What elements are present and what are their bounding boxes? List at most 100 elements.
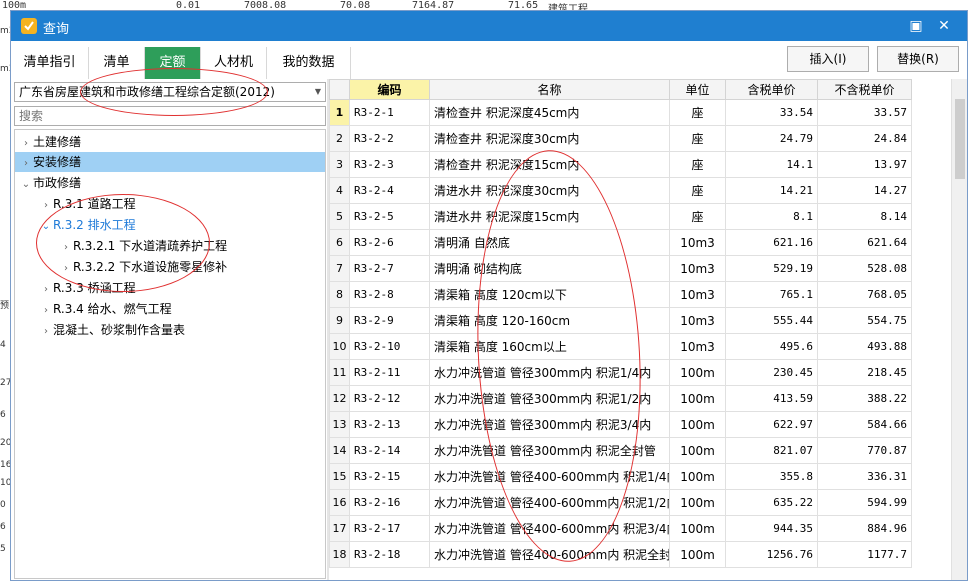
price-with-tax[interactable]: 944.35 <box>725 515 818 542</box>
table-row[interactable]: 12 R3-2-12 水力冲洗管道 管径300mm内 积泥1/2内 100m 413.5… <box>329 385 912 412</box>
quota-unit[interactable]: 100m <box>669 515 726 542</box>
column-header-name[interactable]: 名称 <box>429 79 670 100</box>
table-row[interactable]: 2 R3-2-2 清检查井 积泥深度30cm内座 24.79 24.84 <box>329 125 912 152</box>
price-without-tax[interactable]: 493.88 <box>817 333 912 360</box>
table-row[interactable]: 3 R3-2-3 清检查井 积泥深度15cm内座 14.1 13.97 <box>329 151 912 178</box>
row-index[interactable]: 16 <box>329 489 350 516</box>
price-without-tax[interactable]: 1177.7 <box>817 541 912 568</box>
table-row[interactable]: 16 R3-2-16 水力冲洗管道 管径400-600mm内 积泥1/2内 100m 6… <box>329 489 912 516</box>
table-row[interactable]: 18 R3-2-18 水力冲洗管道 管径400-600mm内 积泥全封管 100m 12… <box>329 541 912 568</box>
row-index[interactable]: 9 <box>329 307 350 334</box>
tree-item[interactable]: › R.3.2.2 下水道设施零星修补 <box>59 257 319 277</box>
row-index[interactable]: 14 <box>329 437 350 464</box>
quota-unit[interactable]: 座 <box>669 151 726 178</box>
quota-unit[interactable]: 10m3 <box>669 281 726 308</box>
quota-unit[interactable]: 10m3 <box>669 229 726 256</box>
quota-code[interactable]: R3-2-6 <box>349 229 430 256</box>
tree-item[interactable]: ⌄ R.3.2 排水工程 <box>39 215 319 235</box>
quota-name[interactable]: 清明涌 砌结构底 <box>429 255 670 282</box>
quota-code[interactable]: R3-2-13 <box>349 411 430 438</box>
price-without-tax[interactable]: 554.75 <box>817 307 912 334</box>
table-row[interactable]: 4 R3-2-4 清进水井 积泥深度30cm内座 14.21 14.27 <box>329 177 912 204</box>
table-row[interactable]: 8 R3-2-8 清渠箱 高度 120cm以下 10m3 765.1 768.05 <box>329 281 912 308</box>
quota-name[interactable]: 水力冲洗管道 管径400-600mm内 积泥全封管 <box>429 541 670 568</box>
price-without-tax[interactable]: 621.64 <box>817 229 912 256</box>
row-index[interactable]: 2 <box>329 125 350 152</box>
row-index[interactable]: 6 <box>329 229 350 256</box>
table-row[interactable]: 9 R3-2-9 清渠箱 高度 120-160cm 10m3 555.44 554.75 <box>329 307 912 334</box>
quota-name[interactable]: 清进水井 积泥深度15cm内 <box>429 203 670 230</box>
quota-unit[interactable]: 座 <box>669 177 726 204</box>
price-without-tax[interactable]: 768.05 <box>817 281 912 308</box>
price-with-tax[interactable]: 14.21 <box>725 177 818 204</box>
tab-bill[interactable]: 清单 <box>89 47 145 79</box>
quota-unit[interactable]: 100m <box>669 463 726 490</box>
quota-code[interactable]: R3-2-4 <box>349 177 430 204</box>
row-index[interactable]: 18 <box>329 541 350 568</box>
tree-item[interactable]: › R.3.4 给水、燃气工程 <box>39 299 319 319</box>
price-with-tax[interactable]: 24.79 <box>725 125 818 152</box>
quota-unit[interactable]: 100m <box>669 489 726 516</box>
tab-bill-guide[interactable]: 清单指引 <box>11 47 89 79</box>
row-index[interactable]: 5 <box>329 203 350 230</box>
tab-quota[interactable]: 定额 <box>145 47 201 79</box>
price-without-tax[interactable]: 33.57 <box>817 99 912 126</box>
quota-name[interactable]: 清渠箱 高度 120cm以下 <box>429 281 670 308</box>
row-index[interactable]: 8 <box>329 281 350 308</box>
row-index[interactable]: 13 <box>329 411 350 438</box>
column-header-price-without-tax[interactable]: 不含税单价 <box>817 79 912 100</box>
title-bar[interactable]: 查询 ▣ ✕ <box>11 11 967 41</box>
price-without-tax[interactable]: 584.66 <box>817 411 912 438</box>
quota-code[interactable]: R3-2-1 <box>349 99 430 126</box>
column-header-unit[interactable]: 单位 <box>669 79 726 100</box>
quota-name[interactable]: 水力冲洗管道 管径300mm内 积泥1/2内 <box>429 385 670 412</box>
price-with-tax[interactable]: 635.22 <box>725 489 818 516</box>
price-with-tax[interactable]: 765.1 <box>725 281 818 308</box>
row-index[interactable]: 3 <box>329 151 350 178</box>
quota-unit[interactable]: 10m3 <box>669 255 726 282</box>
price-with-tax[interactable]: 8.1 <box>725 203 818 230</box>
row-index[interactable]: 4 <box>329 177 350 204</box>
table-row[interactable]: 11 R3-2-11 水力冲洗管道 管径300mm内 积泥1/4内 100m 230.4… <box>329 359 912 386</box>
table-row[interactable]: 10 R3-2-10 清渠箱 高度 160cm以上 10m3 495.6 493.88 <box>329 333 912 360</box>
search-input[interactable] <box>14 106 326 126</box>
close-icon[interactable]: ✕ <box>935 17 953 35</box>
scrollbar-thumb[interactable] <box>955 99 965 179</box>
quota-name[interactable]: 水力冲洗管道 管径300mm内 积泥3/4内 <box>429 411 670 438</box>
maximize-icon[interactable]: ▣ <box>907 17 925 35</box>
quota-library-select[interactable]: 广东省房屋建筑和市政修缮工程综合定额(2012) ▼ <box>14 82 326 102</box>
tab-my-data[interactable]: 我的数据 <box>267 47 351 79</box>
quota-code[interactable]: R3-2-8 <box>349 281 430 308</box>
quota-code[interactable]: R3-2-17 <box>349 515 430 542</box>
quota-code[interactable]: R3-2-18 <box>349 541 430 568</box>
quota-name[interactable]: 清检查井 积泥深度45cm内 <box>429 99 670 126</box>
row-index[interactable]: 12 <box>329 385 350 412</box>
quota-code[interactable]: R3-2-12 <box>349 385 430 412</box>
price-without-tax[interactable]: 14.27 <box>817 177 912 204</box>
row-index[interactable]: 17 <box>329 515 350 542</box>
price-with-tax[interactable]: 555.44 <box>725 307 818 334</box>
quota-code[interactable]: R3-2-3 <box>349 151 430 178</box>
quota-code[interactable]: R3-2-7 <box>349 255 430 282</box>
table-row[interactable]: 5 R3-2-5 清进水井 积泥深度15cm内座 8.1 8.14 <box>329 203 912 230</box>
quota-code[interactable]: R3-2-10 <box>349 333 430 360</box>
quota-code[interactable]: R3-2-15 <box>349 463 430 490</box>
price-with-tax[interactable]: 355.8 <box>725 463 818 490</box>
price-with-tax[interactable]: 230.45 <box>725 359 818 386</box>
price-with-tax[interactable]: 1256.76 <box>725 541 818 568</box>
price-without-tax[interactable]: 13.97 <box>817 151 912 178</box>
row-index[interactable]: 10 <box>329 333 350 360</box>
quota-name[interactable]: 清渠箱 高度 160cm以上 <box>429 333 670 360</box>
quota-unit[interactable]: 10m3 <box>669 333 726 360</box>
price-without-tax[interactable]: 770.87 <box>817 437 912 464</box>
table-row[interactable]: 1 R3-2-1 清检查井 积泥深度45cm内座 33.54 33.57 <box>329 99 912 126</box>
price-without-tax[interactable]: 24.84 <box>817 125 912 152</box>
row-index[interactable]: 15 <box>329 463 350 490</box>
quota-unit[interactable]: 100m <box>669 541 726 568</box>
quota-unit[interactable]: 100m <box>669 359 726 386</box>
table-row[interactable]: 14 R3-2-14 水力冲洗管道 管径300mm内 积泥全封管 100m 821.07… <box>329 437 912 464</box>
quota-unit[interactable]: 10m3 <box>669 307 726 334</box>
price-with-tax[interactable]: 33.54 <box>725 99 818 126</box>
quota-code[interactable]: R3-2-9 <box>349 307 430 334</box>
tree-item[interactable]: › R.3.2.1 下水道清疏养护工程 <box>59 236 319 256</box>
